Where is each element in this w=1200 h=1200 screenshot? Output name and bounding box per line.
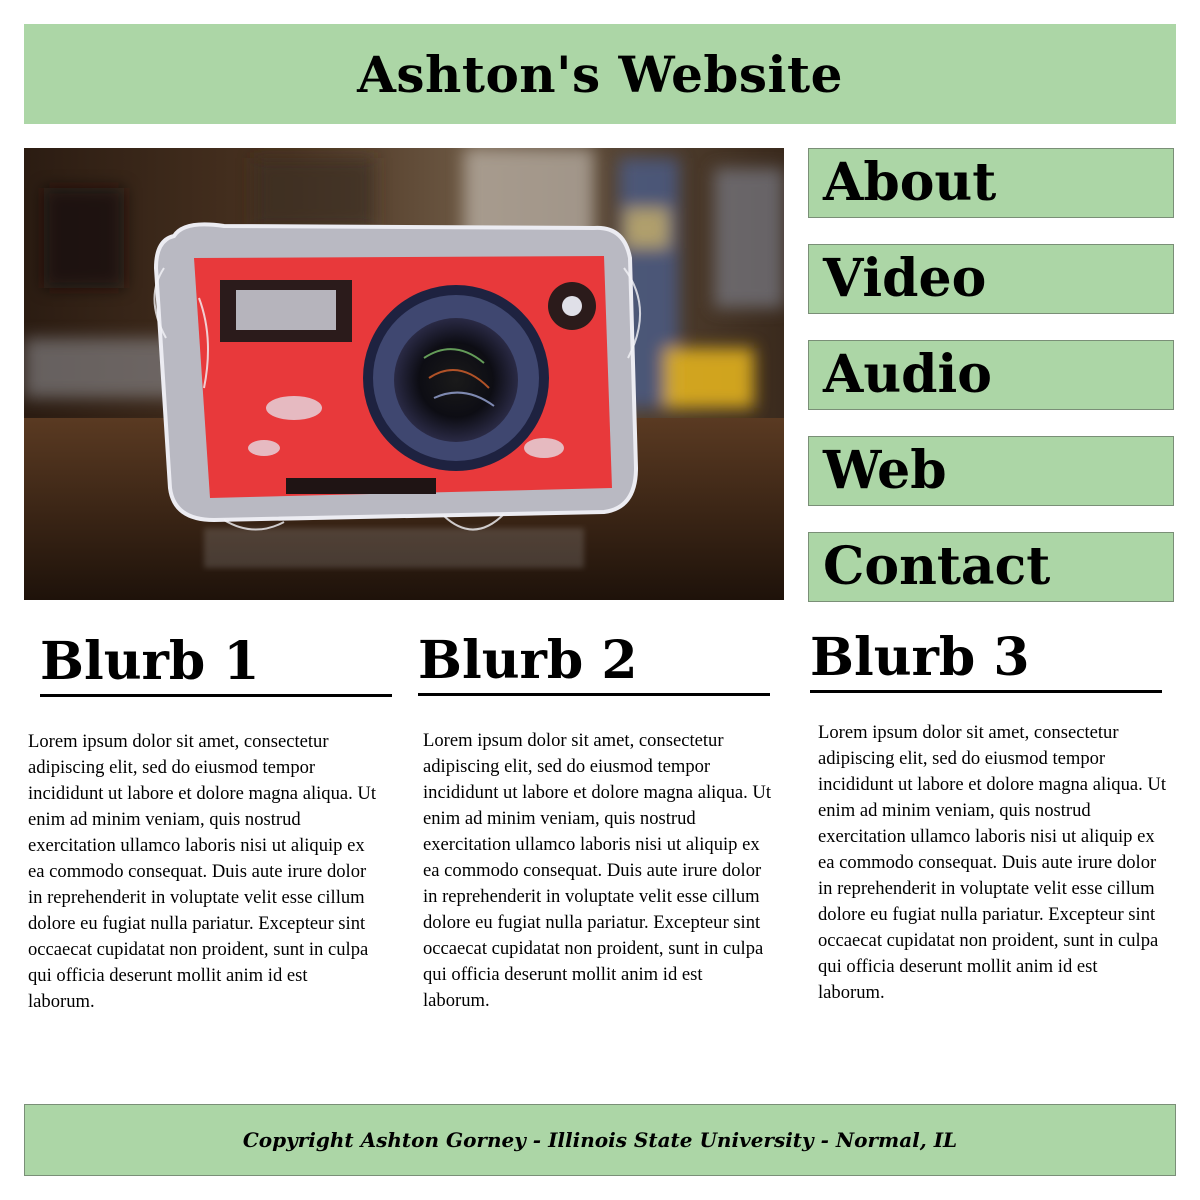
blurb-heading: Blurb 2 [418,635,770,696]
nav-item-video[interactable]: Video [808,244,1174,314]
nav-item-label: Contact [823,536,1051,597]
blurb-1: Blurb 1 [40,636,392,697]
nav-item-about[interactable]: About [808,148,1174,218]
copyright-text: Copyright Ashton Gorney - Illinois State… [242,1128,958,1152]
blurb-text: Lorem ipsum dolor sit amet, consectetur … [423,730,772,1011]
nav-item-label: About [823,152,997,213]
site-header: Ashton's Website [24,24,1176,124]
blurb-2: Blurb 2 [418,635,770,696]
blurb-text: Lorem ipsum dolor sit amet, consectetur … [818,722,1167,1003]
nav-item-label: Web [823,440,947,501]
blurb-heading: Blurb 3 [810,632,1162,693]
site-footer: Copyright Ashton Gorney - Illinois State… [24,1104,1176,1176]
blurb-heading: Blurb 1 [40,636,392,697]
nav-item-web[interactable]: Web [808,436,1174,506]
nav-item-contact[interactable]: Contact [808,532,1174,602]
nav-item-label: Video [823,248,987,309]
site-title: Ashton's Website [357,44,843,104]
hero-image [24,148,784,600]
blurb-3: Blurb 3 [810,632,1162,693]
blurb-text: Lorem ipsum dolor sit amet, consectetur … [28,731,377,1012]
nav-item-label: Audio [823,344,992,405]
nav-item-audio[interactable]: Audio [808,340,1174,410]
